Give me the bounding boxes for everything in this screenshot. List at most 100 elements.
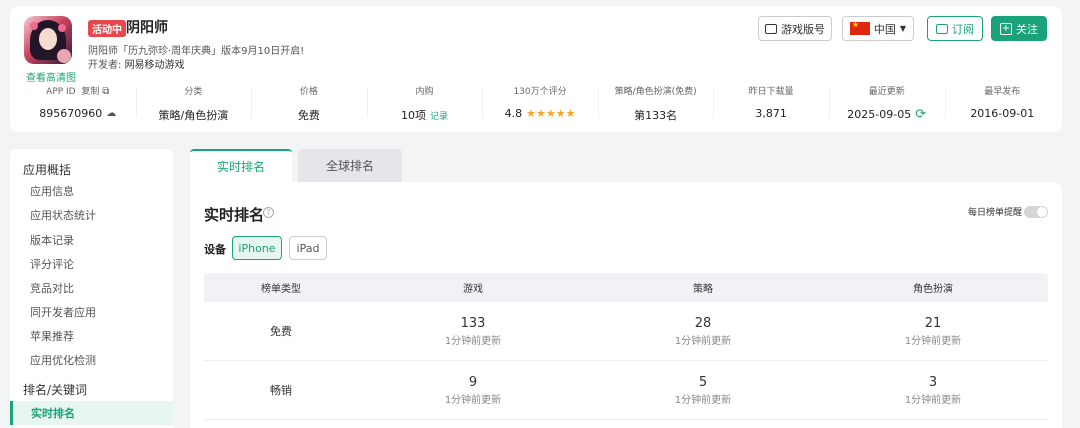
stat-value: 第133名: [598, 107, 714, 123]
table-row: 畅销 9 1分钟前更新 5 1分钟前更新 3 1分钟前更新: [204, 361, 1048, 420]
follow-button[interactable]: + 关注: [991, 16, 1047, 41]
app-icon[interactable]: [24, 16, 72, 64]
sidebar-item-reviews[interactable]: 评分评论: [30, 256, 74, 272]
subscribe-button[interactable]: 订阅: [927, 16, 983, 41]
stat-price: 价格 免费: [251, 84, 367, 124]
device-iphone-button[interactable]: iPhone: [232, 236, 282, 260]
downloads-value: 3,871: [755, 107, 787, 120]
rank-value: 9: [468, 374, 478, 390]
stat-rating: 130万个评分 4.8 ★★★★★: [482, 84, 598, 124]
follow-label: 关注: [1016, 22, 1038, 36]
stat-iap: 内购 10项 记录: [366, 84, 483, 124]
sidebar-item-apple-featured[interactable]: 苹果推荐: [30, 328, 74, 344]
stat-value: 2016-09-01: [945, 107, 1061, 120]
star-rating-icon: ★★★★★: [526, 107, 576, 120]
stat-value: 10项 记录: [367, 107, 483, 123]
app-icon-badge: [57, 49, 71, 63]
tab-global-rank[interactable]: 全球排名: [298, 149, 402, 182]
table-cell[interactable]: 21 1分钟前更新: [818, 302, 1048, 360]
column-header: 榜单类型: [261, 284, 301, 295]
row-type: 畅销: [270, 384, 292, 397]
stat-label: APP ID 复制 ⧉: [20, 84, 136, 97]
sidebar-item-status-stats[interactable]: 应用状态统计: [30, 207, 96, 223]
game-license-button[interactable]: 游戏版号: [758, 16, 832, 41]
iap-value: 10项: [400, 109, 426, 122]
license-icon: [765, 23, 777, 34]
plus-icon: +: [1000, 22, 1012, 35]
sidebar-item-version-history[interactable]: 版本记录: [30, 232, 74, 248]
first-release-value: 2016-09-01: [970, 107, 1035, 120]
app-stats-row: APP ID 复制 ⧉ 895670960 ☁ 分类 策略/角色扮演 价格 免费…: [20, 84, 1060, 124]
table-cell[interactable]: 28 1分钟前更新: [588, 302, 818, 360]
column-header: 游戏: [463, 284, 483, 295]
price-label: 价格: [299, 87, 318, 97]
developer-name[interactable]: 网易移动游戏: [125, 60, 185, 71]
rank-value: 21: [924, 315, 942, 331]
app-icon-flower: [58, 24, 66, 32]
iap-label: 内购: [415, 87, 434, 97]
downloads-label: 昨日下载量: [748, 87, 794, 97]
stat-value: 2025-09-05 ⟳: [829, 107, 945, 122]
copy-link[interactable]: 复制: [81, 87, 99, 97]
help-icon[interactable]: ?: [263, 207, 274, 218]
rank-value: 28: [694, 315, 712, 331]
column-header: 角色扮演: [913, 284, 953, 295]
app-icon-flower: [30, 22, 38, 30]
table-cell[interactable]: 5 1分钟前更新: [588, 361, 818, 419]
country-label: 中国: [873, 22, 896, 36]
update-note: 1分钟前更新: [674, 335, 732, 347]
stat-app-id: APP ID 复制 ⧉ 895670960 ☁: [20, 84, 136, 124]
cloud-download-icon[interactable]: ☁: [106, 108, 116, 119]
tab-realtime-rank[interactable]: 实时排名: [190, 149, 292, 182]
update-note: 1分钟前更新: [904, 335, 962, 347]
table-row: 免费 133 1分钟前更新 28 1分钟前更新 21 1分钟前更新: [204, 302, 1048, 361]
last-update-value: 2025-09-05: [847, 108, 912, 121]
stat-first-release: 最早发布 2016-09-01: [944, 84, 1061, 124]
price-value: 免费: [297, 109, 320, 122]
rating-count-label: 130万个评分: [513, 87, 567, 97]
app-id-label: APP ID: [46, 87, 76, 97]
sidebar-item-realtime-rank[interactable]: 实时排名: [10, 401, 173, 425]
rating-value: 4.8: [504, 107, 523, 120]
mail-icon: [936, 23, 948, 34]
last-update-label: 最近更新: [868, 87, 905, 97]
app-name: 阴阳师: [126, 20, 168, 36]
country-select[interactable]: 中国 ▼: [842, 16, 914, 41]
category-value: 策略/角色扮演: [158, 109, 229, 122]
game-license-label: 游戏版号: [781, 22, 825, 36]
sidebar-item-app-info[interactable]: 应用信息: [30, 183, 74, 199]
sidebar-nav: 应用概括 应用信息 应用状态统计 版本记录 评分评论 竞品对比 同开发者应用 苹…: [10, 149, 173, 428]
sidebar-item-competitors[interactable]: 竞品对比: [30, 280, 74, 296]
sidebar-group-ranking: 排名/关键词: [23, 383, 88, 397]
device-ipad-button[interactable]: iPad: [289, 236, 327, 260]
stat-value: 免费: [251, 107, 367, 123]
table-cell[interactable]: 3 1分钟前更新: [818, 361, 1048, 419]
stat-downloads: 昨日下载量 3,871: [713, 84, 829, 124]
sidebar-item-label: 实时排名: [31, 407, 75, 420]
rank-value: 5: [698, 374, 708, 390]
table-cell[interactable]: 9 1分钟前更新: [358, 361, 588, 419]
category-label: 分类: [184, 87, 203, 97]
row-type: 免费: [270, 325, 292, 338]
daily-remind-toggle[interactable]: [1024, 206, 1048, 218]
app-description: 阴阳师「历九弥珍·周年庆典」版本9月10日开启!: [88, 46, 305, 57]
table-header: 榜单类型 游戏 策略 角色扮演: [204, 273, 1048, 302]
stat-value: 4.8 ★★★★★: [482, 107, 598, 120]
refresh-icon[interactable]: ⟳: [915, 107, 926, 122]
app-id-value: 895670960: [39, 107, 103, 120]
copy-icon[interactable]: ⧉: [102, 86, 109, 97]
rank-table: 榜单类型 游戏 策略 角色扮演 免费 133 1分钟前更新 28 1分钟前更新 …: [204, 273, 1048, 420]
sidebar-group-overview: 应用概括: [23, 163, 72, 177]
daily-remind-label: 每日榜单提醒: [968, 208, 1023, 218]
iap-record-link[interactable]: 记录: [430, 109, 448, 122]
panel-title: 实时排名: [204, 206, 265, 224]
view-hd-image-link[interactable]: 查看高清图: [26, 69, 76, 84]
rank-value: 133: [460, 315, 486, 331]
stat-value: 策略/角色扮演: [136, 107, 252, 123]
sidebar-item-same-developer[interactable]: 同开发者应用: [30, 304, 96, 320]
sidebar-item-aso-check[interactable]: 应用优化检测: [30, 352, 96, 368]
category-rank-label: 策略/角色扮演(免费): [614, 87, 697, 97]
device-label: 设备: [204, 243, 226, 256]
first-release-label: 最早发布: [984, 87, 1021, 97]
table-cell[interactable]: 133 1分钟前更新: [358, 302, 588, 360]
